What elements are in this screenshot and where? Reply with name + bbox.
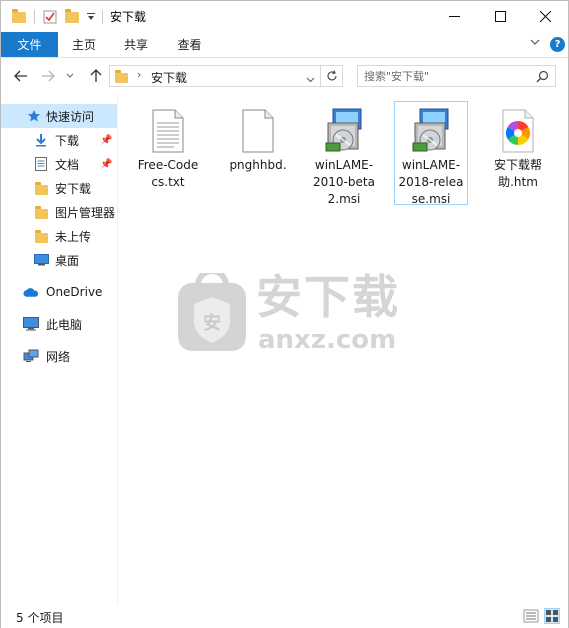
pin-icon[interactable]: 📌 <box>100 159 112 170</box>
sidebar-item-documents[interactable]: 文档 📌 <box>1 152 117 176</box>
file-item[interactable]: 安下载帮 助.htm <box>481 101 555 205</box>
sidebar-item-label: 图片管理器 <box>55 205 116 220</box>
help-icon[interactable]: ? <box>550 37 565 52</box>
watermark: 安 安下载 anxz.com <box>176 268 416 361</box>
customize-toolbar-icon[interactable] <box>84 7 98 27</box>
tab-view[interactable]: 查看 <box>162 32 217 57</box>
navigation-pane: 快速访问 下载 📌 文档 📌 安下载 图片管理器 未上传 桌面 OneDrive… <box>1 93 117 604</box>
cloud-icon <box>23 284 39 300</box>
sidebar-item-label: 此电脑 <box>46 317 83 332</box>
watermark-badge-text: 安 <box>203 313 221 334</box>
folder-icon <box>33 204 49 220</box>
tab-home[interactable]: 主页 <box>58 32 110 57</box>
search-icon[interactable] <box>536 70 549 86</box>
back-arrow-icon[interactable] <box>10 66 32 86</box>
tab-share[interactable]: 共享 <box>110 32 162 57</box>
close-icon[interactable] <box>522 1 568 31</box>
new-folder-icon[interactable] <box>63 7 81 27</box>
expand-ribbon-icon[interactable] <box>530 37 540 50</box>
text-file-icon <box>144 107 192 155</box>
watermark-title: 安下载 <box>256 270 400 324</box>
item-count: 5 个项目 <box>16 611 64 625</box>
sidebar-item-label: 网络 <box>46 349 71 364</box>
file-name: 安下载帮 助.htm <box>493 158 542 189</box>
sidebar-item-label: 安下载 <box>55 181 92 196</box>
download-arrow-icon <box>33 132 49 148</box>
folder-icon[interactable] <box>10 7 28 27</box>
navigation-bar: › 安下载 <box>1 59 568 93</box>
folder-icon <box>33 228 49 244</box>
title-bar: 安下载 <box>1 1 568 32</box>
sidebar-item-label: 桌面 <box>55 253 80 268</box>
file-item[interactable]: Free-Code cs.txt <box>131 101 205 205</box>
ribbon-tabs: 文件 主页 共享 查看 ? <box>1 32 568 58</box>
star-icon <box>26 108 42 124</box>
watermark-domain: anxz.com <box>258 325 397 355</box>
blank-file-icon <box>234 107 282 155</box>
sidebar-item-label: 快速访问 <box>46 109 95 124</box>
breadcrumb-separator-icon: › <box>137 68 142 81</box>
sidebar-item-label: 下载 <box>55 133 80 148</box>
breadcrumb-item[interactable]: 安下载 <box>151 69 187 86</box>
folder-icon <box>115 70 128 83</box>
status-bar: 5 个项目 <box>1 604 568 628</box>
sidebar-item-network[interactable]: 网络 <box>1 344 117 368</box>
file-name: pnghhbd. <box>229 158 287 172</box>
file-name: Free-Code cs.txt <box>137 158 199 189</box>
file-name: winLAME- 2018-relea se.msi <box>398 158 464 206</box>
forward-arrow-icon[interactable] <box>37 66 59 86</box>
desktop-icon <box>33 252 49 268</box>
sidebar-item-downloads[interactable]: 下载 📌 <box>1 128 117 152</box>
sidebar-item-quick-access[interactable]: 快速访问 <box>1 104 117 128</box>
sidebar-item-desktop[interactable]: 桌面 <box>1 248 117 272</box>
address-bar[interactable]: › 安下载 <box>109 65 321 87</box>
msi-installer-icon <box>320 107 368 155</box>
computer-icon <box>23 316 39 332</box>
maximize-icon[interactable] <box>477 1 523 31</box>
sidebar-item-anxiazai[interactable]: 安下载 <box>1 176 117 200</box>
sidebar-item-label: OneDrive <box>46 285 103 299</box>
minimize-icon[interactable] <box>431 1 477 31</box>
file-item[interactable]: pnghhbd. <box>221 101 295 205</box>
address-dropdown-icon[interactable] <box>306 72 315 86</box>
explorer-window: 安下载 文件 主页 共享 查看 ? › 安下载 搜索"安下载" 快速访问 下载 … <box>0 0 569 628</box>
sidebar-item-label: 未上传 <box>55 229 92 244</box>
properties-checkmark-icon[interactable] <box>41 7 59 27</box>
sidebar-item-label: 文档 <box>55 157 80 172</box>
file-item-selected[interactable]: winLAME- 2018-relea se.msi <box>394 101 468 206</box>
pin-icon[interactable]: 📌 <box>100 135 112 146</box>
up-arrow-icon[interactable] <box>85 66 107 86</box>
watermark-badge-icon: 安 <box>176 268 248 353</box>
network-icon <box>23 348 39 364</box>
details-view-icon[interactable] <box>523 608 539 624</box>
window-title: 安下载 <box>110 10 147 24</box>
file-name: winLAME- 2010-beta 2.msi <box>313 158 375 206</box>
sidebar-item-picture-manager[interactable]: 图片管理器 <box>1 200 117 224</box>
refresh-icon[interactable] <box>321 65 343 87</box>
recent-locations-icon[interactable] <box>63 66 77 86</box>
sidebar-item-this-pc[interactable]: 此电脑 <box>1 312 117 336</box>
msi-installer-icon <box>407 107 455 155</box>
file-item[interactable]: winLAME- 2010-beta 2.msi <box>307 101 381 206</box>
search-box[interactable] <box>357 65 556 87</box>
sidebar-item-onedrive[interactable]: OneDrive <box>1 280 117 304</box>
document-icon <box>33 156 49 172</box>
html-file-icon <box>494 107 542 155</box>
folder-icon <box>33 180 49 196</box>
sidebar-item-not-uploaded[interactable]: 未上传 <box>1 224 117 248</box>
large-icons-view-icon[interactable] <box>544 608 560 624</box>
search-input[interactable] <box>362 66 532 86</box>
tab-file[interactable]: 文件 <box>1 32 58 57</box>
